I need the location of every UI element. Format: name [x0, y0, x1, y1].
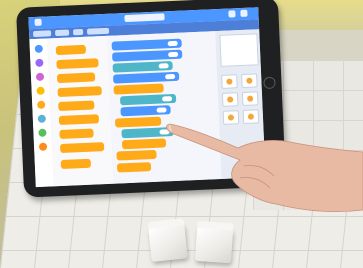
- script-block[interactable]: [116, 149, 157, 161]
- white-cube: [194, 220, 234, 264]
- script-block[interactable]: [112, 61, 173, 73]
- script-block[interactable]: [113, 83, 164, 95]
- palette-block[interactable]: [60, 158, 92, 169]
- script-block[interactable]: [112, 49, 183, 62]
- script-block[interactable]: [114, 116, 162, 128]
- tablet-screen[interactable]: [28, 7, 266, 188]
- sprite-tile[interactable]: [242, 109, 260, 125]
- category-operators-icon[interactable]: [38, 128, 47, 137]
- palette-block[interactable]: [58, 114, 100, 126]
- settings-icon[interactable]: [228, 10, 236, 18]
- script-block[interactable]: [111, 38, 182, 51]
- menu-item[interactable]: [86, 27, 110, 35]
- script-block[interactable]: [119, 93, 177, 106]
- block-palette: [47, 35, 115, 187]
- script-block[interactable]: [116, 162, 152, 173]
- category-sensing-icon[interactable]: [37, 114, 47, 123]
- sprite-tile[interactable]: [221, 92, 239, 107]
- sprite-tile[interactable]: [241, 91, 259, 107]
- script-block[interactable]: [121, 127, 174, 139]
- palette-block[interactable]: [59, 142, 105, 154]
- category-sound-icon[interactable]: [35, 72, 45, 81]
- stage-panel: [215, 29, 266, 179]
- menu-item[interactable]: [72, 28, 84, 36]
- sprite-tile[interactable]: [222, 110, 240, 125]
- palette-block[interactable]: [57, 86, 102, 98]
- category-variables-icon[interactable]: [38, 142, 48, 151]
- script-block[interactable]: [120, 105, 171, 117]
- category-motion-icon[interactable]: [34, 44, 43, 54]
- project-title[interactable]: [124, 13, 165, 23]
- stage-view[interactable]: [219, 33, 259, 67]
- palette-block[interactable]: [56, 72, 96, 84]
- palette-block[interactable]: [59, 128, 94, 140]
- menu-icon[interactable]: [34, 18, 42, 27]
- script-workspace[interactable]: [107, 31, 222, 184]
- photo-scene: [0, 0, 363, 268]
- category-events-icon[interactable]: [36, 86, 45, 95]
- fullscreen-icon[interactable]: [240, 9, 248, 18]
- palette-block[interactable]: [58, 100, 95, 112]
- category-control-icon[interactable]: [37, 100, 46, 109]
- palette-block[interactable]: [56, 58, 99, 70]
- script-block[interactable]: [112, 71, 180, 84]
- home-button-icon: [263, 76, 276, 90]
- menu-item[interactable]: [33, 30, 52, 38]
- category-looks-icon[interactable]: [35, 58, 44, 68]
- white-cube: [147, 218, 188, 262]
- menu-item[interactable]: [54, 29, 70, 37]
- sprite-tile[interactable]: [221, 74, 238, 89]
- tablet: [15, 0, 287, 198]
- palette-block[interactable]: [55, 44, 87, 56]
- sprite-tile[interactable]: [241, 73, 258, 89]
- script-block[interactable]: [121, 138, 167, 150]
